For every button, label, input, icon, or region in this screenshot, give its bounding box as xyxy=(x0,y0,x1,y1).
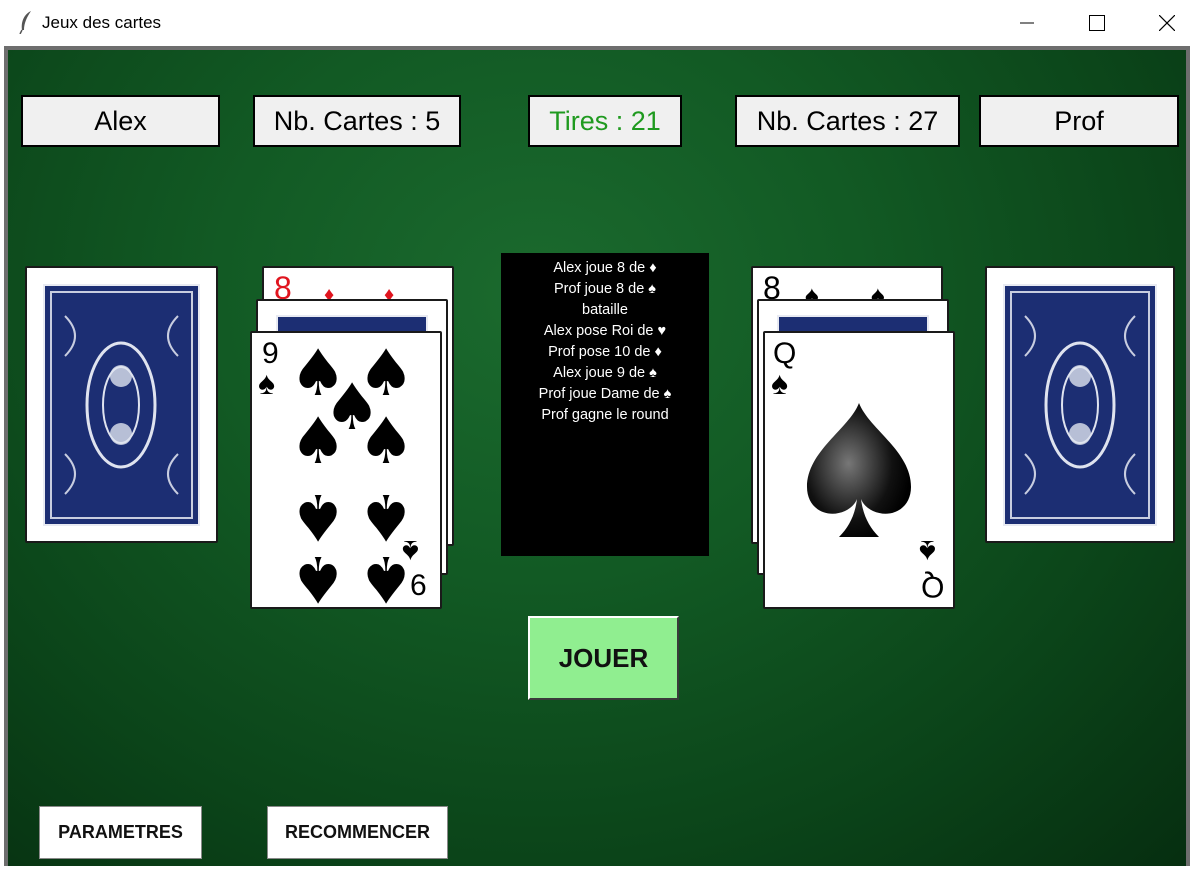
player2-name: Prof xyxy=(979,95,1179,147)
log-line: Alex joue 8 de ♦ xyxy=(553,260,657,276)
maximize-icon xyxy=(1089,15,1105,31)
ornament-icon xyxy=(1010,291,1150,519)
minimize-icon xyxy=(1020,22,1034,24)
close-icon xyxy=(1159,15,1175,31)
spade-icon xyxy=(807,403,911,537)
svg-text:♠: ♠ xyxy=(289,541,346,607)
window-title: Jeux des cartes xyxy=(42,13,162,32)
restart-button[interactable]: RECOMMENCER xyxy=(267,806,448,859)
svg-text:♠: ♠ xyxy=(289,405,346,479)
player2-deck[interactable] xyxy=(985,266,1175,543)
log-line: Prof joue 8 de ♠ xyxy=(553,281,657,297)
card-rank-bottom: Q xyxy=(921,570,945,603)
spade-icon: ♠ xyxy=(919,534,936,570)
card-back-pattern xyxy=(1003,284,1157,526)
log-line: Alex joue 9 de ♠ xyxy=(553,365,657,381)
card-rank-bottom: 6 xyxy=(410,569,427,602)
settings-button[interactable]: PARAMETRES xyxy=(39,806,202,859)
feather-icon xyxy=(19,11,31,34)
draws-count: Tires : 21 xyxy=(528,95,682,147)
minimize-button[interactable] xyxy=(992,0,1062,46)
svg-text:♠: ♠ xyxy=(357,405,414,479)
ornament-icon xyxy=(50,291,193,519)
player1-played-card: 9 ♠ ♠ ♠ ♠ ♠ ♠ ♠ ♠ ♠ ♠ ♠ 6 xyxy=(250,331,442,609)
player2-played-card: Q ♠ ♠ Q xyxy=(763,331,955,609)
card-back-pattern xyxy=(43,284,200,526)
spade-icon: ♠ xyxy=(771,365,788,401)
game-log: Alex joue 8 de ♦ Prof joue 8 de ♠ bataille… xyxy=(501,253,709,556)
log-line: bataille xyxy=(582,302,628,318)
player1-card-count: Nb. Cartes : 5 xyxy=(253,95,461,147)
log-line: Alex pose Roi de ♥ xyxy=(543,323,667,339)
maximize-button[interactable] xyxy=(1062,0,1132,46)
log-line: Prof joue Dame de ♠ xyxy=(538,386,672,402)
spade-icon: ♠ xyxy=(258,365,275,401)
play-button[interactable]: JOUER xyxy=(528,616,679,700)
player2-card-count: Nb. Cartes : 27 xyxy=(735,95,960,147)
close-button[interactable] xyxy=(1132,0,1190,46)
window-titlebar: Jeux des cartes xyxy=(0,0,1190,46)
log-line: Prof pose 10 de ♦ xyxy=(548,344,662,360)
player1-deck[interactable] xyxy=(25,266,218,543)
player1-name: Alex xyxy=(21,95,220,147)
log-line: Prof gagne le round xyxy=(541,407,669,423)
spade-icon: ♠ xyxy=(402,534,419,570)
